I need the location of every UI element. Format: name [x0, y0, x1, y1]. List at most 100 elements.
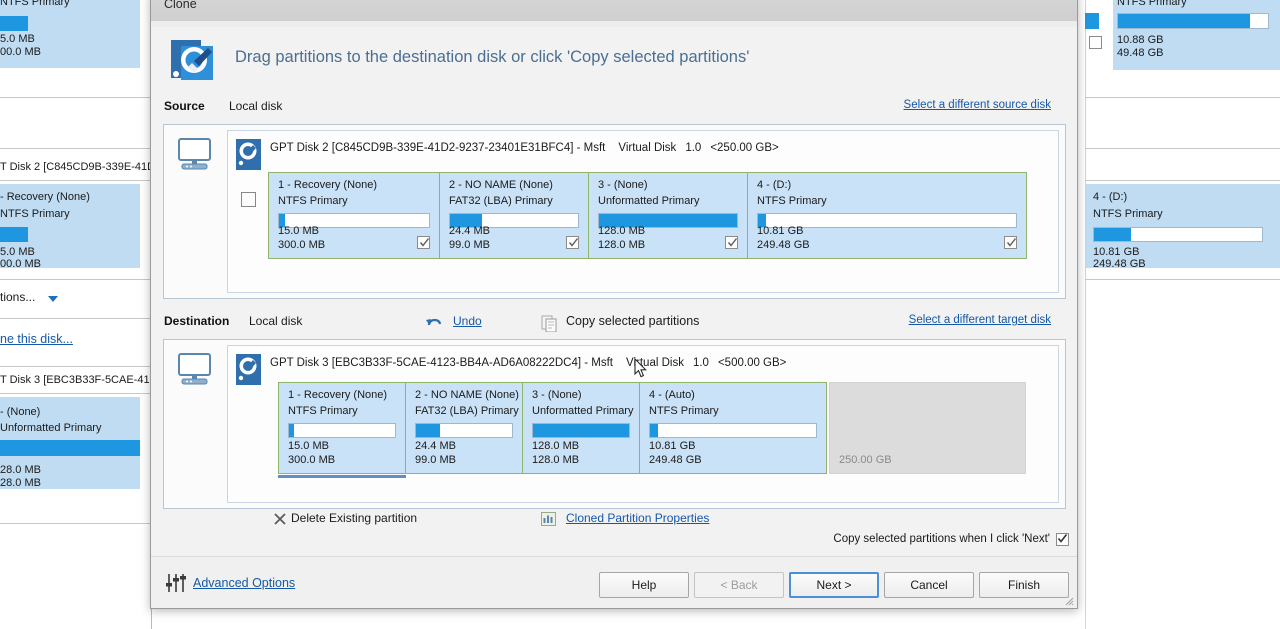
source-label: Source — [164, 99, 205, 113]
bg-text: 28.0 MB — [0, 477, 41, 489]
properties-icon[interactable] — [541, 512, 556, 531]
monitor-icon — [176, 137, 216, 173]
bg-text: 00.0 MB — [0, 258, 41, 270]
unallocated-space[interactable]: 250.00 GB — [829, 382, 1026, 474]
undo-link[interactable]: Undo — [453, 314, 482, 328]
source-partition-4[interactable]: 4 - (D:) NTFS Primary 10.81 GB 249.48 GB — [747, 172, 1027, 259]
partition-title: 4 - (Auto) — [649, 389, 695, 401]
partition-used: 15.0 MB — [288, 440, 329, 452]
bg-text: 5.0 MB — [0, 33, 35, 45]
destination-partition-4[interactable]: 4 - (Auto) NTFS Primary 10.81 GB 249.48 … — [639, 382, 827, 474]
partition-filesystem: FAT32 (LBA) Primary — [415, 405, 519, 417]
partition-total: 300.0 MB — [278, 239, 326, 251]
copy-on-next-checkbox[interactable] — [1056, 533, 1069, 546]
dialog-body: Drag partitions to the destination disk … — [151, 21, 1077, 608]
resize-grip[interactable] — [1062, 593, 1074, 606]
dialog-footer: Advanced Options Help < Back Next > Canc… — [151, 556, 1077, 608]
partition-used: 24.4 MB — [449, 225, 490, 237]
bg-text: NTFS Primary — [0, 0, 70, 8]
source-disk-select-checkbox[interactable] — [241, 192, 256, 207]
background-right-panel: NTFS Primary 10.88 GB 49.48 GB 4 - (D:) … — [1085, 0, 1280, 629]
dialog-banner: Drag partitions to the destination disk … — [163, 30, 1065, 90]
destination-drop-indicator — [278, 475, 406, 478]
destination-disk-capacity: <500.00 GB> — [717, 357, 787, 369]
source-disk-panel: GPT Disk 2 [C845CD9B-339E-41D2-9237-2340… — [163, 124, 1066, 299]
cloned-partition-properties-link[interactable]: Cloned Partition Properties — [566, 511, 709, 525]
copy-pages-icon[interactable] — [541, 315, 559, 337]
select-different-target-disk-link[interactable]: Select a different target disk — [909, 314, 1051, 326]
copy-selected-partitions-button[interactable]: Copy selected partitions — [566, 314, 699, 328]
bg-text: T Disk 2 [C845CD9B-339E-41D — [0, 161, 152, 173]
partition-total: 128.0 MB — [598, 239, 646, 251]
partition-title: 3 - (None) — [532, 389, 582, 401]
partition-title: 1 - Recovery (None) — [278, 179, 378, 191]
sliders-icon[interactable] — [165, 573, 187, 593]
bg-text: 249.48 GB — [1093, 258, 1146, 270]
destination-disk-version: 1.0 — [692, 357, 709, 369]
source-partition-2[interactable]: 2 - NO NAME (None) FAT32 (LBA) Primary 2… — [439, 172, 589, 259]
partition-checkbox[interactable] — [566, 236, 579, 249]
source-disk-box[interactable]: GPT Disk 2 [C845CD9B-339E-41D2-9237-2340… — [227, 130, 1059, 293]
partition-checkbox[interactable] — [725, 236, 738, 249]
destination-header-row: Destination Local disk Undo Copy selecte… — [151, 314, 1077, 334]
source-disk-title: GPT Disk 2 [C845CD9B-339E-41D2-9237-2340… — [270, 142, 779, 154]
destination-partition-2[interactable]: 2 - NO NAME (None) FAT32 (LBA) Primary 2… — [405, 382, 523, 474]
monitor-icon — [176, 352, 216, 388]
advanced-options-link[interactable]: Advanced Options — [193, 576, 295, 590]
help-button[interactable]: Help — [599, 572, 689, 598]
destination-disk-name: GPT Disk 3 [EBC3B33F-5CAE-4123-BB4A-AD6A… — [270, 357, 614, 369]
partition-checkbox[interactable] — [417, 236, 430, 249]
partition-total: 300.0 MB — [288, 454, 336, 466]
partition-used: 10.81 GB — [649, 440, 696, 452]
source-disk-capacity: <250.00 GB> — [710, 142, 779, 154]
bg-text: 28.0 MB — [0, 464, 41, 476]
partition-title: 2 - NO NAME (None) — [415, 389, 519, 401]
partition-total: 128.0 MB — [532, 454, 580, 466]
partition-checkbox[interactable] — [1004, 236, 1017, 249]
source-partition-strip: 1 - Recovery (None) NTFS Primary 15.0 MB… — [268, 172, 1027, 259]
select-different-source-disk-link[interactable]: Select a different source disk — [904, 99, 1051, 111]
bg-text: 10.88 GB — [1117, 34, 1164, 46]
destination-partition-1[interactable]: 1 - Recovery (None) NTFS Primary 15.0 MB… — [278, 382, 406, 474]
partition-actions-row: Delete Existing partition Cloned Partiti… — [151, 511, 1077, 529]
usage-bar — [0, 227, 28, 242]
partition-filesystem: NTFS Primary — [278, 195, 348, 207]
back-button[interactable]: < Back — [694, 572, 784, 598]
delete-existing-partition-button[interactable]: Delete Existing partition — [291, 511, 417, 525]
destination-disk-model: Virtual Disk — [626, 357, 684, 369]
partition-total: 249.48 GB — [757, 239, 810, 251]
chevron-down-icon[interactable] — [48, 296, 58, 302]
partition-used: 15.0 MB — [278, 225, 319, 237]
partition-filesystem: Unformatted Primary — [598, 195, 700, 207]
bg-dropdown-label[interactable]: tions... — [0, 291, 35, 304]
source-partition-3[interactable]: 3 - (None) Unformatted Primary 128.0 MB … — [588, 172, 748, 259]
partition-used: 24.4 MB — [415, 440, 456, 452]
destination-label: Destination — [164, 314, 230, 328]
bg-checkbox[interactable] — [1089, 36, 1102, 49]
usage-bar — [1085, 13, 1099, 29]
partition-usage-bar — [532, 423, 630, 438]
partition-title: 4 - (D:) — [757, 179, 792, 191]
undo-arrow-icon[interactable] — [425, 315, 443, 336]
partition-used: 10.81 GB — [757, 225, 804, 237]
clone-dialog: Clone Drag partitions to the destination… — [150, 0, 1078, 609]
finish-button[interactable]: Finish — [979, 572, 1069, 598]
bg-text: 4 - (D:) — [1093, 191, 1128, 203]
bg-clone-disk-link[interactable]: ne this disk... — [0, 332, 73, 346]
destination-partition-3[interactable]: 3 - (None) Unformatted Primary 128.0 MB … — [522, 382, 640, 474]
partition-filesystem: Unformatted Primary — [532, 405, 634, 417]
bg-text: T Disk 3 [EBC3B33F-5CAE-412 — [0, 374, 152, 386]
partition-filesystem: FAT32 (LBA) Primary — [449, 195, 553, 207]
delete-x-icon[interactable] — [273, 512, 287, 531]
cancel-button[interactable]: Cancel — [884, 572, 974, 598]
next-button[interactable]: Next > — [789, 572, 879, 598]
partition-filesystem: NTFS Primary — [649, 405, 719, 417]
partition-usage-bar — [288, 423, 396, 438]
partition-title: 3 - (None) — [598, 179, 648, 191]
source-partition-1[interactable]: 1 - Recovery (None) NTFS Primary 15.0 MB… — [268, 172, 440, 259]
bg-text: - Recovery (None) — [0, 191, 90, 203]
destination-disk-box[interactable]: GPT Disk 3 [EBC3B33F-5CAE-4123-BB4A-AD6A… — [227, 345, 1059, 503]
bg-text: NTFS Primary — [1117, 0, 1187, 8]
background-left-panel: NTFS Primary 5.0 MB 00.0 MB T Disk 2 [C8… — [0, 0, 152, 629]
dialog-titlebar[interactable]: Clone — [151, 0, 1077, 21]
